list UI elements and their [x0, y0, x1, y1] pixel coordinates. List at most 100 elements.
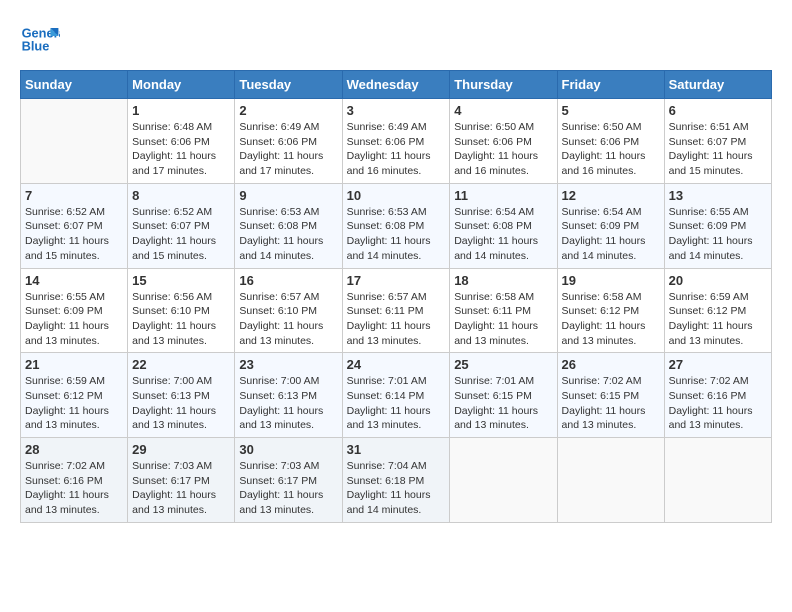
calendar-cell — [664, 438, 771, 523]
day-info: Sunrise: 6:53 AMSunset: 6:08 PMDaylight:… — [347, 205, 446, 264]
day-info: Sunrise: 6:49 AMSunset: 6:06 PMDaylight:… — [239, 120, 337, 179]
day-info: Sunrise: 6:53 AMSunset: 6:08 PMDaylight:… — [239, 205, 337, 264]
calendar-cell: 9 Sunrise: 6:53 AMSunset: 6:08 PMDaylight… — [235, 183, 342, 268]
day-number: 11 — [454, 188, 552, 203]
calendar-cell: 23Sunrise: 7:00 AMSunset: 6:13 PMDayligh… — [235, 353, 342, 438]
calendar-cell — [21, 99, 128, 184]
calendar-cell: 20 Sunrise: 6:59 AMSunset: 6:12 PMDayligh… — [664, 268, 771, 353]
day-info: Sunrise: 7:02 AMSunset: 6:15 PMDaylight:… — [562, 374, 660, 433]
calendar-cell: 10 Sunrise: 6:53 AMSunset: 6:08 PMDayligh… — [342, 183, 450, 268]
day-info: Sunrise: 6:50 AMSunset: 6:06 PMDaylight:… — [454, 120, 552, 179]
week-row-4: 21 Sunrise: 6:59 AMSunset: 6:12 PMDayligh… — [21, 353, 772, 438]
day-number: 21 — [25, 357, 123, 372]
weekday-header-saturday: Saturday — [664, 71, 771, 99]
calendar-cell: 30Sunrise: 7:03 AMSunset: 6:17 PMDayligh… — [235, 438, 342, 523]
calendar-table: SundayMondayTuesdayWednesdayThursdayFrid… — [20, 70, 772, 523]
calendar-cell: 29 Sunrise: 7:03 AMSunset: 6:17 PMDayligh… — [128, 438, 235, 523]
day-number: 29 — [132, 442, 230, 457]
calendar-cell: 24 Sunrise: 7:01 AMSunset: 6:14 PMDayligh… — [342, 353, 450, 438]
day-number: 27 — [669, 357, 767, 372]
day-info: Sunrise: 6:54 AMSunset: 6:09 PMDaylight:… — [562, 205, 660, 264]
week-row-1: 1 Sunrise: 6:48 AMSunset: 6:06 PMDaylight… — [21, 99, 772, 184]
calendar-cell: 3 Sunrise: 6:49 AMSunset: 6:06 PMDaylight… — [342, 99, 450, 184]
calendar-cell: 13 Sunrise: 6:55 AMSunset: 6:09 PMDayligh… — [664, 183, 771, 268]
weekday-header-wednesday: Wednesday — [342, 71, 450, 99]
calendar-cell: 8 Sunrise: 6:52 AMSunset: 6:07 PMDaylight… — [128, 183, 235, 268]
day-info: Sunrise: 6:58 AMSunset: 6:11 PMDaylight:… — [454, 290, 552, 349]
day-info: Sunrise: 6:59 AMSunset: 6:12 PMDaylight:… — [25, 374, 123, 433]
day-number: 20 — [669, 273, 767, 288]
calendar-cell: 14 Sunrise: 6:55 AMSunset: 6:09 PMDayligh… — [21, 268, 128, 353]
day-info: Sunrise: 7:01 AMSunset: 6:15 PMDaylight:… — [454, 374, 552, 433]
day-number: 3 — [347, 103, 446, 118]
day-number: 24 — [347, 357, 446, 372]
calendar-cell: 11 Sunrise: 6:54 AMSunset: 6:08 PMDayligh… — [450, 183, 557, 268]
day-number: 10 — [347, 188, 446, 203]
calendar-cell — [450, 438, 557, 523]
day-info: Sunrise: 6:59 AMSunset: 6:12 PMDaylight:… — [669, 290, 767, 349]
day-info: Sunrise: 6:52 AMSunset: 6:07 PMDaylight:… — [25, 205, 123, 264]
calendar-cell: 27 Sunrise: 7:02 AMSunset: 6:16 PMDayligh… — [664, 353, 771, 438]
day-number: 17 — [347, 273, 446, 288]
calendar-cell: 16 Sunrise: 6:57 AMSunset: 6:10 PMDayligh… — [235, 268, 342, 353]
day-info: Sunrise: 7:03 AMSunset: 6:17 PMDaylight:… — [239, 459, 337, 518]
day-info: Sunrise: 6:55 AMSunset: 6:09 PMDaylight:… — [25, 290, 123, 349]
calendar-cell: 1 Sunrise: 6:48 AMSunset: 6:06 PMDaylight… — [128, 99, 235, 184]
calendar-cell: 22Sunrise: 7:00 AMSunset: 6:13 PMDayligh… — [128, 353, 235, 438]
weekday-header-thursday: Thursday — [450, 71, 557, 99]
weekday-header-sunday: Sunday — [21, 71, 128, 99]
day-info: Sunrise: 6:58 AMSunset: 6:12 PMDaylight:… — [562, 290, 660, 349]
calendar-cell: 17 Sunrise: 6:57 AMSunset: 6:11 PMDayligh… — [342, 268, 450, 353]
day-number: 1 — [132, 103, 230, 118]
day-number: 19 — [562, 273, 660, 288]
day-info: Sunrise: 6:57 AMSunset: 6:10 PMDaylight:… — [239, 290, 337, 349]
day-info: Sunrise: 6:51 AMSunset: 6:07 PMDaylight:… — [669, 120, 767, 179]
logo: General Blue — [20, 20, 64, 60]
day-number: 23 — [239, 357, 337, 372]
day-info: Sunrise: 7:02 AMSunset: 6:16 PMDaylight:… — [25, 459, 123, 518]
calendar-cell: 26Sunrise: 7:02 AMSunset: 6:15 PMDayligh… — [557, 353, 664, 438]
day-info: Sunrise: 6:56 AMSunset: 6:10 PMDaylight:… — [132, 290, 230, 349]
calendar-cell: 6 Sunrise: 6:51 AMSunset: 6:07 PMDaylight… — [664, 99, 771, 184]
day-info: Sunrise: 6:57 AMSunset: 6:11 PMDaylight:… — [347, 290, 446, 349]
day-info: Sunrise: 7:01 AMSunset: 6:14 PMDaylight:… — [347, 374, 446, 433]
day-info: Sunrise: 7:00 AMSunset: 6:13 PMDaylight:… — [132, 374, 230, 433]
day-info: Sunrise: 6:55 AMSunset: 6:09 PMDaylight:… — [669, 205, 767, 264]
calendar-cell: 4 Sunrise: 6:50 AMSunset: 6:06 PMDaylight… — [450, 99, 557, 184]
day-info: Sunrise: 6:52 AMSunset: 6:07 PMDaylight:… — [132, 205, 230, 264]
day-info: Sunrise: 7:03 AMSunset: 6:17 PMDaylight:… — [132, 459, 230, 518]
day-number: 14 — [25, 273, 123, 288]
day-info: Sunrise: 6:54 AMSunset: 6:08 PMDaylight:… — [454, 205, 552, 264]
calendar-cell: 31Sunrise: 7:04 AMSunset: 6:18 PMDayligh… — [342, 438, 450, 523]
svg-text:Blue: Blue — [22, 38, 50, 53]
day-number: 15 — [132, 273, 230, 288]
page-header: General Blue — [20, 20, 772, 60]
day-info: Sunrise: 7:04 AMSunset: 6:18 PMDaylight:… — [347, 459, 446, 518]
day-info: Sunrise: 6:48 AMSunset: 6:06 PMDaylight:… — [132, 120, 230, 179]
day-number: 28 — [25, 442, 123, 457]
week-row-5: 28 Sunrise: 7:02 AMSunset: 6:16 PMDayligh… — [21, 438, 772, 523]
day-info: Sunrise: 7:02 AMSunset: 6:16 PMDaylight:… — [669, 374, 767, 433]
calendar-cell: 19 Sunrise: 6:58 AMSunset: 6:12 PMDayligh… — [557, 268, 664, 353]
day-number: 7 — [25, 188, 123, 203]
day-number: 4 — [454, 103, 552, 118]
weekday-header-friday: Friday — [557, 71, 664, 99]
calendar-cell: 2Sunrise: 6:49 AMSunset: 6:06 PMDaylight… — [235, 99, 342, 184]
week-row-3: 14 Sunrise: 6:55 AMSunset: 6:09 PMDayligh… — [21, 268, 772, 353]
day-info: Sunrise: 6:50 AMSunset: 6:06 PMDaylight:… — [562, 120, 660, 179]
day-number: 5 — [562, 103, 660, 118]
day-number: 9 — [239, 188, 337, 203]
day-number: 12 — [562, 188, 660, 203]
day-number: 25 — [454, 357, 552, 372]
day-info: Sunrise: 6:49 AMSunset: 6:06 PMDaylight:… — [347, 120, 446, 179]
day-number: 6 — [669, 103, 767, 118]
day-number: 13 — [669, 188, 767, 203]
calendar-cell: 12 Sunrise: 6:54 AMSunset: 6:09 PMDayligh… — [557, 183, 664, 268]
day-number: 18 — [454, 273, 552, 288]
weekday-header-tuesday: Tuesday — [235, 71, 342, 99]
day-number: 16 — [239, 273, 337, 288]
day-number: 8 — [132, 188, 230, 203]
weekday-header-monday: Monday — [128, 71, 235, 99]
calendar-cell: 18 Sunrise: 6:58 AMSunset: 6:11 PMDayligh… — [450, 268, 557, 353]
calendar-cell — [557, 438, 664, 523]
